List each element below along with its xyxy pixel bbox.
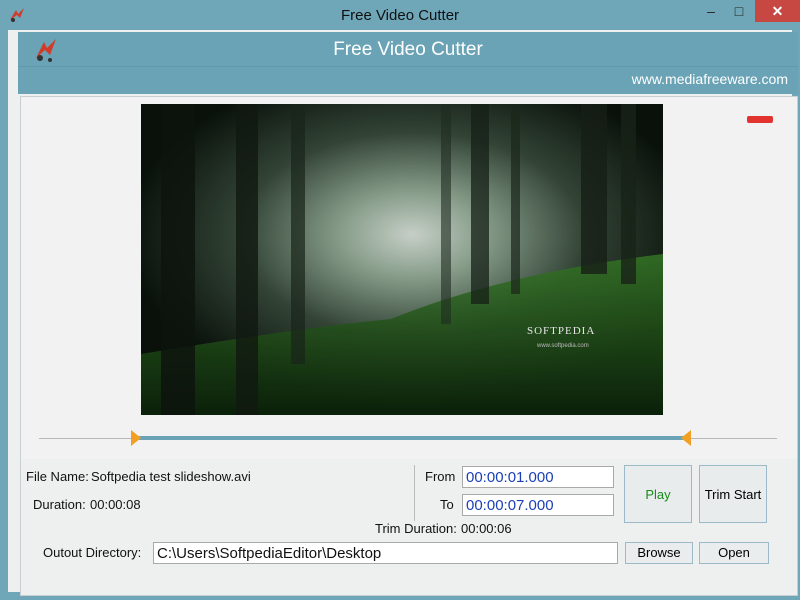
to-time-field[interactable]: 00:00:07.000 <box>462 494 614 516</box>
output-directory-field[interactable]: C:\Users\SoftpediaEditor\Desktop <box>153 542 618 564</box>
forest-frame-image <box>141 104 663 415</box>
open-button[interactable]: Open <box>699 542 769 564</box>
player-panel: SOFTPEDIA www.softpedia.com File Name: S… <box>20 96 798 596</box>
timeline-selection <box>139 436 691 440</box>
trim-start-handle[interactable] <box>131 430 141 446</box>
subheader: www.mediafreeware.com <box>18 66 798 94</box>
play-button[interactable]: Play <box>624 465 692 523</box>
duration-label: Duration: <box>33 497 86 512</box>
file-name-value: Softpedia test slideshow.avi <box>91 469 251 484</box>
header-banner: Free Video Cutter <box>18 32 798 66</box>
controls-panel: File Name: Softpedia test slideshow.avi … <box>21 459 797 595</box>
client-area: Free Video Cutter www.mediafreeware.com <box>8 30 798 596</box>
trim-start-button[interactable]: Trim Start <box>699 465 767 523</box>
softpedia-watermark-url: www.softpedia.com <box>537 343 589 349</box>
website-link[interactable]: www.mediafreeware.com <box>632 71 788 87</box>
file-name-label: File Name: <box>26 469 89 484</box>
to-label: To <box>440 497 454 512</box>
trim-end-handle[interactable] <box>681 430 691 446</box>
trim-duration-value: 00:00:06 <box>461 521 512 536</box>
record-indicator <box>747 116 773 123</box>
vertical-divider <box>414 465 415 521</box>
softpedia-watermark: SOFTPEDIA <box>527 325 596 337</box>
maximize-button[interactable]: □ <box>726 0 752 22</box>
browse-button[interactable]: Browse <box>625 542 693 564</box>
title-bar: Free Video Cutter – □ ✕ <box>0 0 800 30</box>
output-directory-label: Outout Directory: <box>43 545 142 560</box>
from-time-field[interactable]: 00:00:01.000 <box>462 466 614 488</box>
close-button[interactable]: ✕ <box>755 0 800 22</box>
minimize-button[interactable]: – <box>698 0 724 22</box>
from-label: From <box>425 469 456 484</box>
app-title: Free Video Cutter <box>333 39 483 60</box>
trim-duration-label: Trim Duration: <box>375 521 457 536</box>
window-title: Free Video Cutter <box>340 7 460 24</box>
duration-value: 00:00:08 <box>90 497 141 512</box>
video-preview[interactable]: SOFTPEDIA www.softpedia.com <box>141 104 663 415</box>
